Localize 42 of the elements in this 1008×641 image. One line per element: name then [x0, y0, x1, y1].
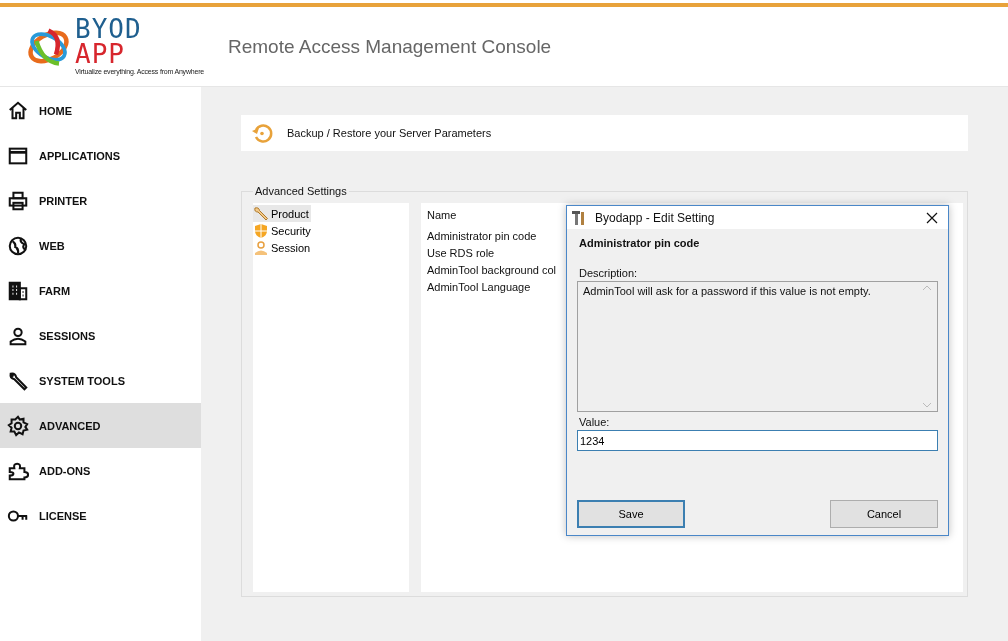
- value-label: Value:: [579, 416, 611, 428]
- dialog-title: Byodapp - Edit Setting: [595, 210, 716, 225]
- sidebar-item[interactable]: LICENSE: [0, 493, 201, 538]
- close-icon: [926, 211, 938, 224]
- group-title: Advanced Settings: [254, 185, 348, 197]
- cancel-button[interactable]: Cancel: [830, 500, 938, 528]
- value-field[interactable]: 1234: [577, 430, 938, 451]
- scroll-up-icon[interactable]: [923, 285, 931, 290]
- home-icon: [7, 99, 29, 122]
- sidebar-item[interactable]: SYSTEM TOOLS: [0, 358, 201, 403]
- sidebar-item[interactable]: ADD-ONS: [0, 448, 201, 493]
- backup-bar[interactable]: Backup / Restore your Server Parameters: [241, 115, 968, 151]
- list-item[interactable]: AdminTool Language: [427, 279, 531, 296]
- sidebar-item[interactable]: HOME: [0, 88, 201, 133]
- printer-icon: [7, 189, 29, 212]
- sidebar-item[interactable]: APPLICATIONS: [0, 133, 201, 178]
- save-button[interactable]: Save: [577, 500, 685, 528]
- person-icon: [253, 239, 269, 256]
- tools-icon: [571, 209, 587, 226]
- app-title: Remote Access Management Console: [228, 35, 552, 58]
- description-box: AdminTool will ask for a password if this value is not empty.: [577, 281, 938, 412]
- tree-item[interactable]: Security: [253, 222, 313, 239]
- column-header: Name: [427, 208, 457, 223]
- list-item[interactable]: Use RDS role: [427, 245, 495, 262]
- sidebar-item[interactable]: PRINTER: [0, 178, 201, 223]
- sidebar-item[interactable]: ADVANCED: [0, 403, 201, 448]
- scroll-down-icon[interactable]: [923, 403, 931, 408]
- list-item[interactable]: Administrator pin code: [427, 228, 537, 245]
- sidebar-item[interactable]: SESSIONS: [0, 313, 201, 358]
- restore-icon: [251, 122, 273, 144]
- list-item[interactable]: AdminTool background col: [427, 262, 557, 279]
- tree-item[interactable]: Session: [253, 239, 313, 256]
- sidebar-item[interactable]: FARM: [0, 268, 201, 313]
- setting-name: Administrator pin code: [579, 237, 701, 249]
- sidebar-item[interactable]: WEB: [0, 223, 201, 268]
- globe-icon: [7, 234, 29, 257]
- wrench-icon: [253, 205, 269, 222]
- backup-label: Backup / Restore your Server Parameters: [287, 127, 492, 139]
- gear-icon: [7, 414, 29, 437]
- tree-item[interactable]: Product: [253, 205, 311, 222]
- description-label: Description:: [579, 267, 639, 279]
- building-icon: [7, 279, 29, 302]
